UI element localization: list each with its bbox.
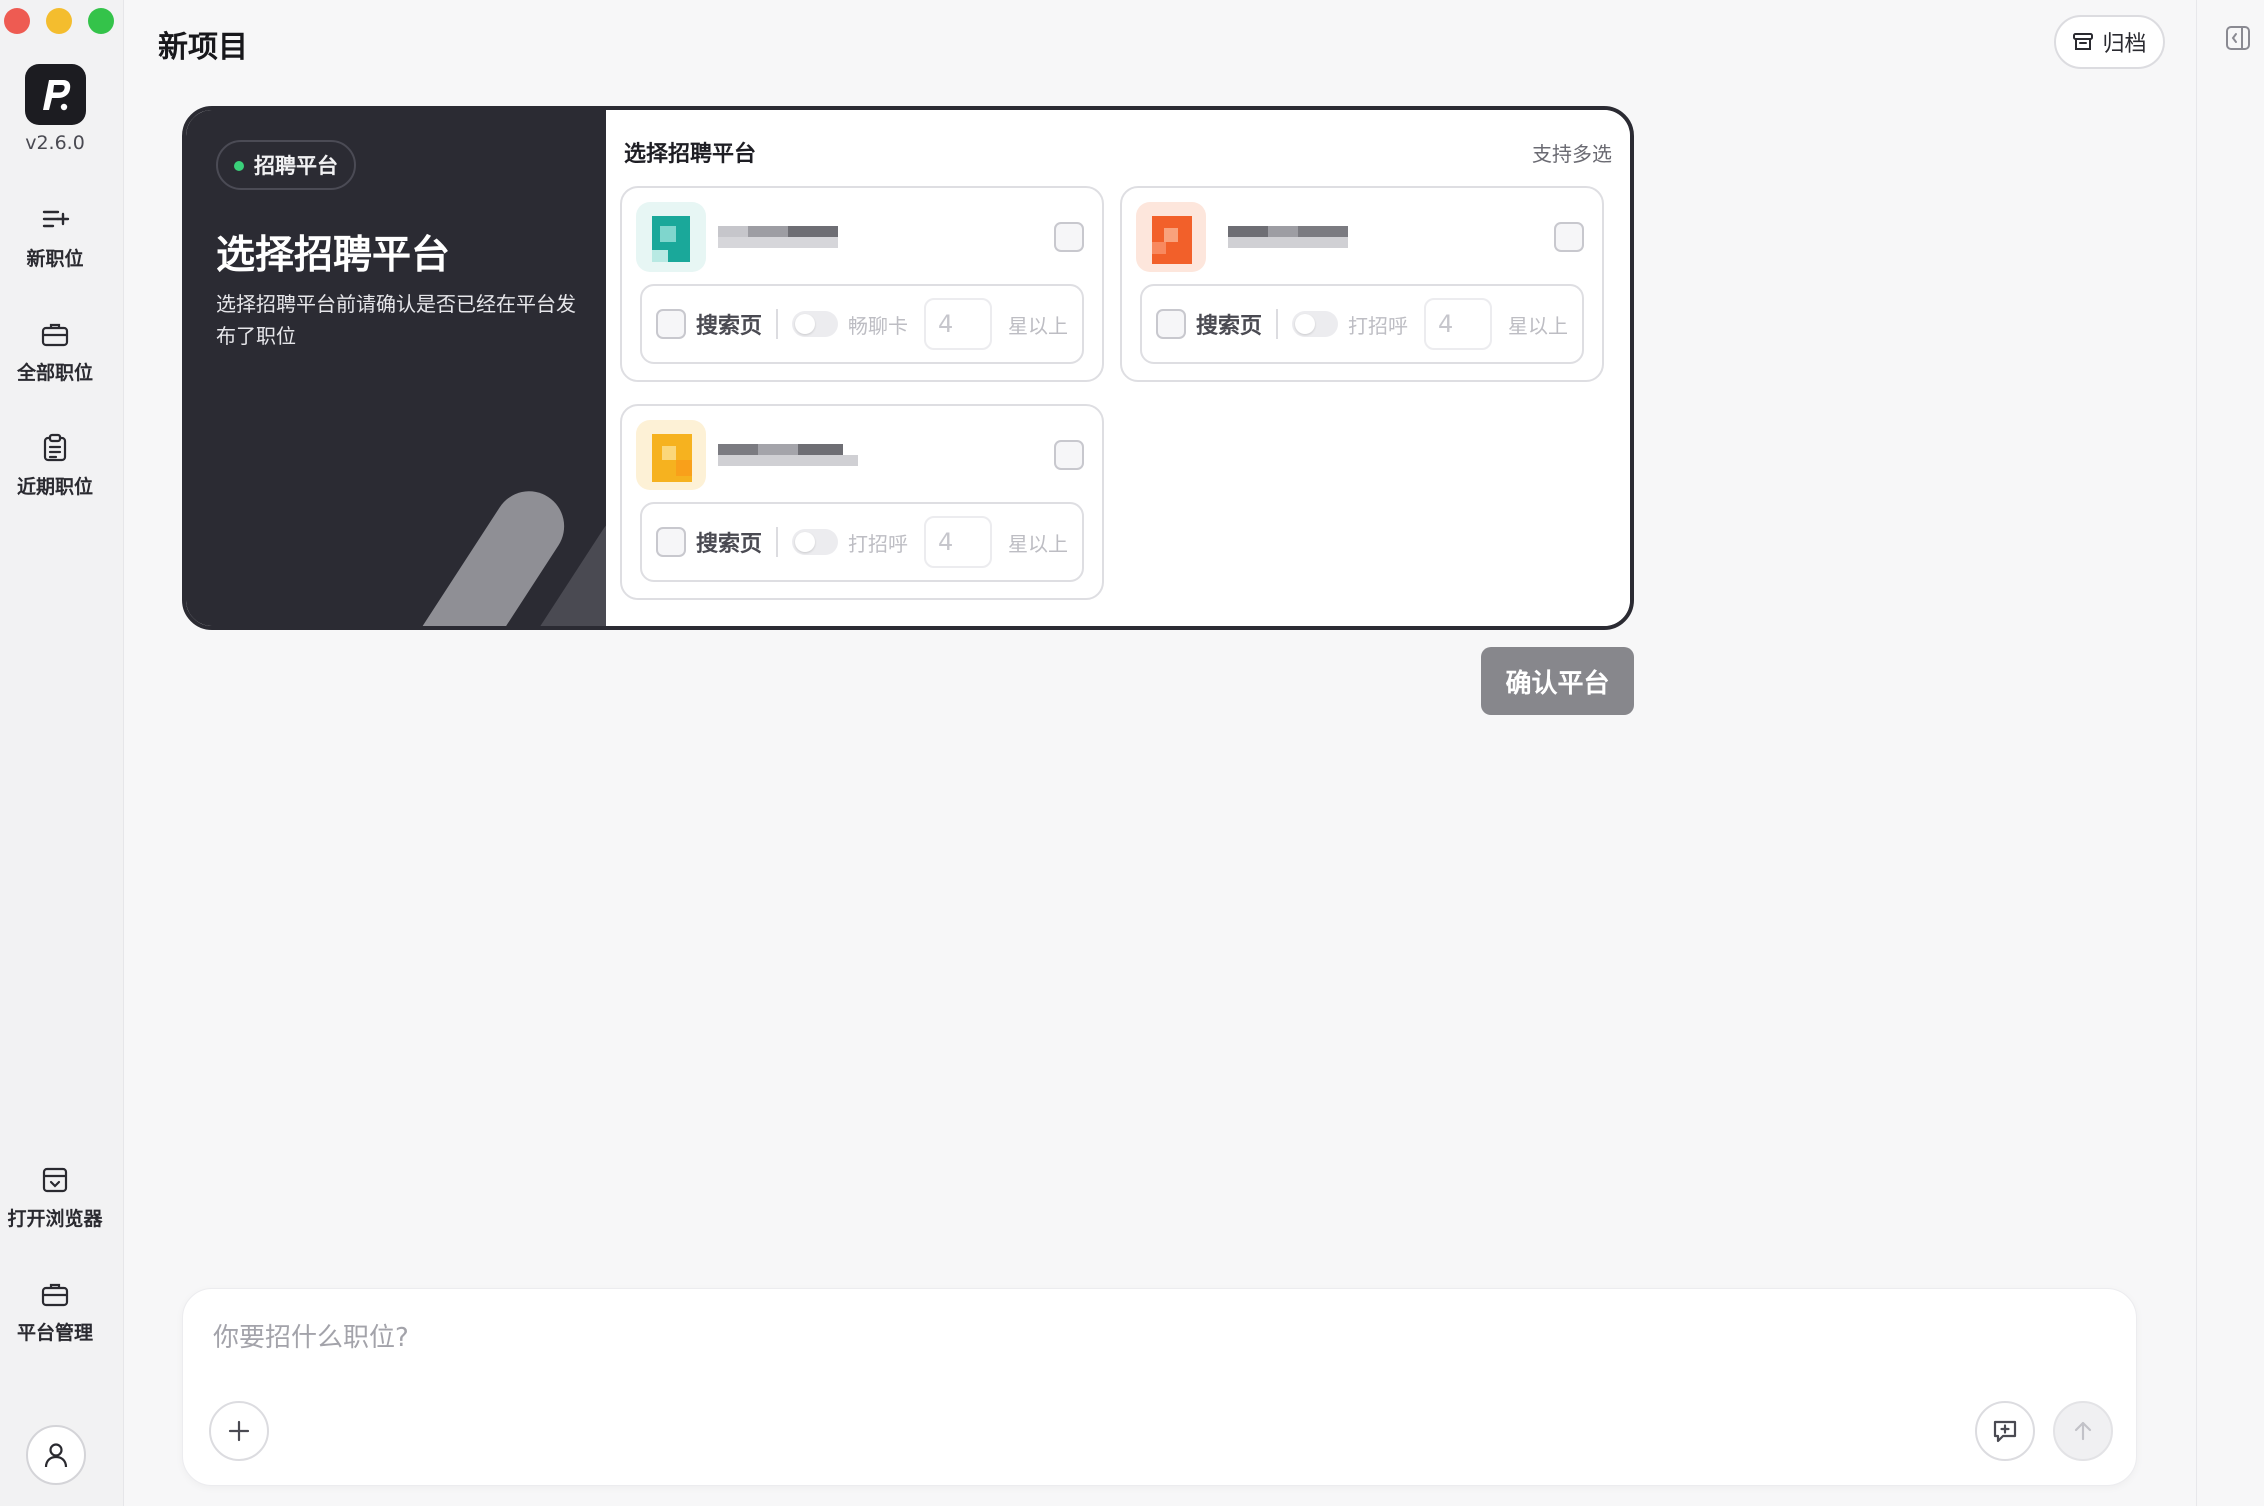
sidebar-item-label: 近期职位 xyxy=(16,476,93,498)
close-window-button[interactable] xyxy=(4,8,30,34)
sidebar-item-label: 新职位 xyxy=(26,248,84,270)
star-suffix: 星以上 xyxy=(1008,531,1069,556)
user-icon xyxy=(44,1443,68,1468)
app-logo xyxy=(25,64,86,125)
platform-logo xyxy=(1136,202,1206,272)
divider xyxy=(776,309,779,339)
platform-name-blurred xyxy=(718,226,838,248)
logo-icon xyxy=(42,79,70,110)
star-threshold-input[interactable]: 4 xyxy=(924,516,993,568)
action-label: 畅聊卡 xyxy=(848,313,909,338)
search-page-checkbox[interactable] xyxy=(656,527,686,557)
action-label: 打招呼 xyxy=(1348,313,1409,338)
new-job-icon xyxy=(42,210,70,228)
sidebar-item-label: 打开浏览器 xyxy=(7,1208,103,1230)
search-page-checkbox[interactable] xyxy=(656,309,686,339)
collapse-panel-icon[interactable] xyxy=(2225,25,2251,55)
section-tag: 招聘平台 xyxy=(216,140,356,190)
platform-logo xyxy=(636,202,706,272)
send-button[interactable] xyxy=(2053,1401,2113,1461)
right-panel-divider xyxy=(2196,0,2197,1506)
intro-description: 选择招聘平台前请确认是否已经在平台发布了职位 xyxy=(216,292,576,348)
divider xyxy=(1276,309,1279,339)
action-label: 打招呼 xyxy=(848,531,909,556)
platform-checkbox[interactable] xyxy=(1554,222,1584,252)
star-threshold-input[interactable]: 4 xyxy=(924,298,993,350)
platform-name-blurred xyxy=(1228,226,1348,248)
star-threshold-input[interactable]: 4 xyxy=(1424,298,1493,350)
search-page-label: 搜索页 xyxy=(696,532,763,557)
app-version: v2.6.0 xyxy=(25,132,85,154)
sidebar-item-label: 全部职位 xyxy=(16,362,93,384)
status-dot xyxy=(234,161,244,171)
browser-icon xyxy=(42,1167,68,1193)
new-chat-icon xyxy=(1993,1420,2017,1443)
plus-icon xyxy=(228,1420,250,1442)
sidebar-item-new-job[interactable]: 新职位 xyxy=(0,204,110,271)
confirm-platform-button[interactable]: 确认平台 xyxy=(1481,647,1634,715)
platform-selection-card: 招聘平台 选择招聘平台 选择招聘平台前请确认是否已经在平台发布了职位 选择招聘平… xyxy=(182,106,1634,630)
window-controls xyxy=(4,8,114,34)
section-tag-label: 招聘平台 xyxy=(254,154,338,178)
chat-input-box[interactable]: 你要招什么职位? xyxy=(182,1288,2137,1486)
platform-options: 搜索页 畅聊卡 4 星以上 xyxy=(640,284,1084,364)
clipboard-icon xyxy=(43,433,67,462)
platform-card[interactable]: 搜索页 畅聊卡 4 星以上 xyxy=(620,186,1104,382)
page-title: 新项目 xyxy=(158,30,248,65)
search-page-checkbox[interactable] xyxy=(1156,309,1186,339)
platform-list-panel: 选择招聘平台 支持多选 搜索页 畅聊卡 4 星以上 搜索页 打招呼 4 星以上 … xyxy=(606,110,1630,626)
platform-card[interactable]: 搜索页 打招呼 4 星以上 xyxy=(1120,186,1604,382)
search-page-label: 搜索页 xyxy=(1196,314,1263,339)
star-suffix: 星以上 xyxy=(1508,313,1569,338)
add-attachment-button[interactable] xyxy=(209,1401,269,1461)
platform-options: 搜索页 打招呼 4 星以上 xyxy=(1140,284,1584,364)
divider xyxy=(776,527,779,557)
sidebar-item-open-browser[interactable]: 打开浏览器 xyxy=(0,1164,110,1231)
sidebar: v2.6.0 新职位 全部职位 近期职位 打开浏览器 平台管理 xyxy=(0,0,124,1506)
archive-button[interactable]: 归档 xyxy=(2054,15,2165,69)
sidebar-item-platform-management[interactable]: 平台管理 xyxy=(0,1278,110,1345)
search-page-label: 搜索页 xyxy=(696,314,763,339)
platform-card[interactable]: 搜索页 打招呼 4 星以上 xyxy=(620,404,1104,600)
intro-title: 选择招聘平台 xyxy=(216,233,451,278)
archive-label: 归档 xyxy=(2102,32,2147,57)
briefcase-icon xyxy=(41,323,69,347)
action-toggle[interactable] xyxy=(792,529,839,555)
star-suffix: 星以上 xyxy=(1008,313,1069,338)
arrow-up-icon xyxy=(2074,1421,2092,1441)
archive-icon xyxy=(2073,33,2094,50)
user-avatar[interactable] xyxy=(26,1425,86,1485)
new-chat-button[interactable] xyxy=(1975,1401,2035,1461)
platform-list-title: 选择招聘平台 xyxy=(624,142,757,167)
sidebar-item-all-jobs[interactable]: 全部职位 xyxy=(0,318,110,385)
zoom-window-button[interactable] xyxy=(88,8,114,34)
action-toggle[interactable] xyxy=(792,311,839,337)
decorative-stripe xyxy=(404,477,578,626)
platform-checkbox[interactable] xyxy=(1054,440,1084,470)
platform-options: 搜索页 打招呼 4 星以上 xyxy=(640,502,1084,582)
sidebar-item-label: 平台管理 xyxy=(16,1322,93,1344)
platform-checkbox[interactable] xyxy=(1054,222,1084,252)
briefcase-icon xyxy=(41,1283,69,1307)
app-window: v2.6.0 新职位 全部职位 近期职位 打开浏览器 平台管理 新项目 归档 招… xyxy=(0,0,2264,1506)
platform-logo xyxy=(636,420,706,490)
chat-input-placeholder[interactable]: 你要招什么职位? xyxy=(213,1317,409,1354)
card-intro-panel: 招聘平台 选择招聘平台 选择招聘平台前请确认是否已经在平台发布了职位 xyxy=(186,110,606,626)
action-toggle[interactable] xyxy=(1292,311,1339,337)
platform-name-blurred xyxy=(718,444,858,466)
sidebar-item-recent-jobs[interactable]: 近期职位 xyxy=(0,432,110,499)
minimize-window-button[interactable] xyxy=(46,8,72,34)
multi-select-note: 支持多选 xyxy=(1532,142,1612,166)
